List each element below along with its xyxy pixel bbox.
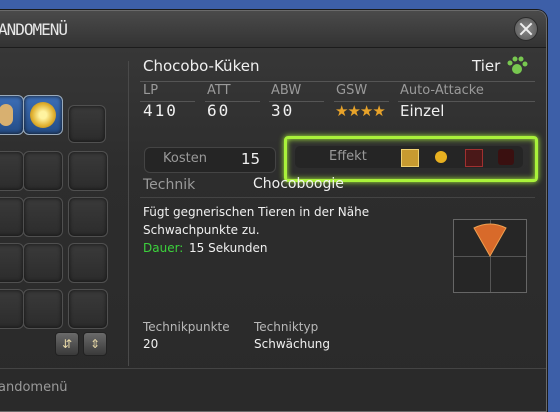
pet-name: Chocobo-Küken [143, 57, 260, 75]
effect-row: Effekt [295, 146, 523, 168]
gear-icon [27, 99, 59, 131]
duration-label: Dauer: [143, 241, 184, 255]
action-slot[interactable] [0, 289, 24, 329]
cone-icon [473, 223, 507, 258]
technique-divider [140, 197, 535, 198]
action-slot[interactable] [23, 95, 63, 135]
header-divider [140, 81, 535, 82]
tier-up-icon[interactable] [401, 149, 419, 167]
close-icon[interactable] [514, 17, 538, 41]
swap-up-button[interactable]: ⇵ [55, 332, 79, 356]
debuff-icon[interactable] [465, 149, 483, 167]
cost-value: 15 [241, 150, 261, 168]
action-slot[interactable] [68, 105, 106, 143]
action-slot[interactable] [0, 243, 24, 283]
action-slot[interactable] [0, 197, 24, 237]
technique-points-value: 20 [143, 337, 159, 351]
stat-underline [269, 101, 324, 102]
abw-value: 30 [271, 101, 295, 120]
technique-label: Technik [143, 177, 196, 193]
gsw-stars: ★★★★ [335, 102, 386, 120]
technique-name: Chocoboogie [253, 176, 344, 192]
action-slot[interactable] [23, 243, 63, 283]
abw-label: ABW [271, 83, 302, 98]
action-slot[interactable] [68, 243, 108, 283]
stat-underline [398, 101, 535, 102]
technique-description-1: Fügt gegnerischen Tieren in der Nähe [143, 205, 370, 219]
duration-value: 15 Sekunden [189, 241, 268, 255]
footer-divider [0, 368, 546, 369]
action-slot[interactable] [23, 289, 63, 329]
paw-icon [507, 56, 528, 74]
action-slot[interactable] [68, 151, 108, 191]
cost-box: Kosten 15 [144, 147, 276, 173]
gsw-label: GSW [336, 83, 368, 98]
technique-points-label: Technikpunkte [143, 320, 230, 334]
window-title: ANDOMENÜ [0, 20, 68, 39]
footer-text: andomenü [0, 380, 68, 395]
action-slot[interactable] [0, 95, 24, 135]
technique-type-value: Schwächung [254, 337, 331, 351]
stat-underline [334, 101, 389, 102]
lp-value: 410 [143, 101, 178, 120]
coin-icon[interactable] [435, 151, 447, 163]
action-slot[interactable] [68, 197, 108, 237]
title-bar[interactable]: ANDOMENÜ [0, 11, 546, 48]
move-button[interactable]: ⇕ [83, 332, 107, 356]
action-slot[interactable] [23, 197, 63, 237]
effect-label: Effekt [329, 149, 367, 164]
pet-window: ANDOMENÜ ⇵ ⇕ Chocobo-Küken Tier LP 410 A… [0, 10, 547, 412]
technique-type-label: Techniktyp [254, 320, 319, 334]
att-label: ATT [207, 83, 231, 98]
action-slot[interactable] [0, 151, 24, 191]
action-slot[interactable] [23, 151, 63, 191]
tier-label: Tier [472, 57, 501, 75]
auto-attack-value: Einzel [400, 102, 445, 120]
lp-label: LP [143, 83, 159, 98]
auto-attack-label: Auto-Attacke [400, 83, 484, 98]
column-divider [128, 61, 129, 366]
att-value: 60 [207, 101, 231, 120]
stat-underline [140, 101, 195, 102]
pet-portrait-icon [0, 104, 13, 126]
area-of-effect-diagram [453, 219, 527, 293]
action-slot[interactable] [68, 289, 108, 329]
stat-underline [205, 101, 260, 102]
silhouette-icon[interactable] [498, 149, 514, 165]
cost-label: Kosten [163, 151, 207, 166]
technique-description-2: Schwachpunkte zu. [143, 223, 260, 237]
